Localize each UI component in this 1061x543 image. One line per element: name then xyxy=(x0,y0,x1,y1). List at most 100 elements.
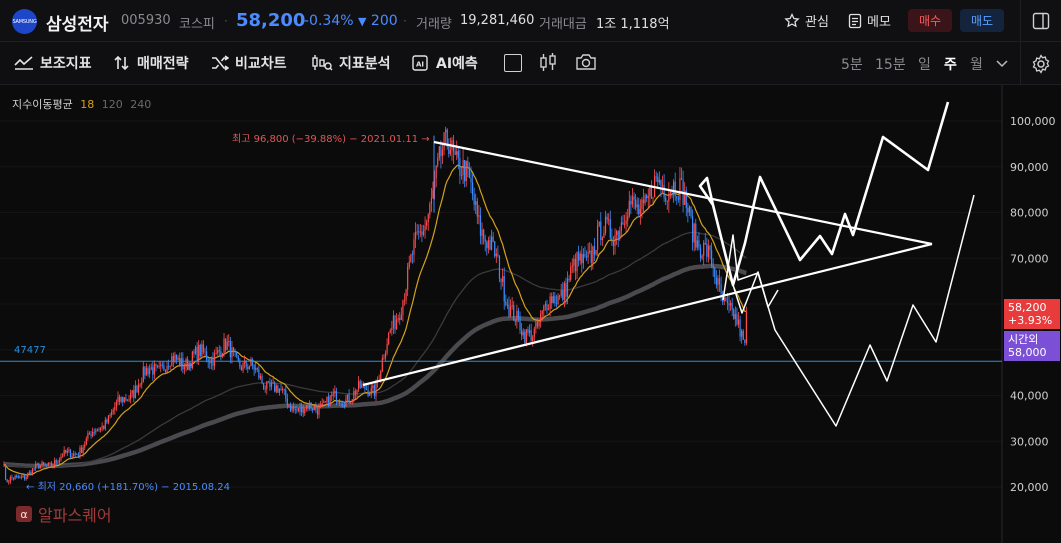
period-week[interactable]: 주 xyxy=(944,54,957,74)
candle-body xyxy=(623,224,626,225)
price-chart[interactable]: 100,00090,00080,00070,00060,00050,00040,… xyxy=(0,85,1061,543)
candle-body xyxy=(145,367,148,376)
sell-button[interactable]: 매도 xyxy=(960,9,1004,32)
candle-body xyxy=(60,456,62,460)
candle-body xyxy=(650,186,653,199)
candle-body xyxy=(169,366,171,368)
candle-body xyxy=(731,302,733,310)
samsung-logo: SAMSUNG xyxy=(12,9,37,34)
change-percent: -0.34% xyxy=(304,13,354,29)
analysis-tool-button[interactable]: 지표분석 xyxy=(311,53,391,73)
price-axis-tick: 80,000 xyxy=(1010,207,1049,220)
candle-body xyxy=(210,358,212,364)
candle-body xyxy=(597,225,599,251)
candle-body xyxy=(99,427,102,430)
candle-body xyxy=(671,192,673,194)
candle-body xyxy=(155,364,157,366)
screenshot-button[interactable] xyxy=(575,53,597,75)
period-day[interactable]: 일 xyxy=(918,54,931,74)
candle-body xyxy=(669,192,672,194)
candle-body xyxy=(481,229,483,236)
candle-body xyxy=(373,385,376,397)
ma-legend[interactable]: 지수이동평균 18 120 240 xyxy=(12,96,151,112)
candle-body xyxy=(432,190,434,198)
candle-body xyxy=(565,283,567,297)
candle-body xyxy=(194,346,197,354)
candle-body xyxy=(402,300,404,315)
candle-body xyxy=(196,346,198,360)
candle-body xyxy=(628,200,630,217)
candle-body xyxy=(742,330,744,340)
ai-forecast-tool-button[interactable]: AI AI예측 xyxy=(410,53,478,73)
shuffle-icon xyxy=(212,55,229,71)
candle-body xyxy=(57,462,59,464)
candle-body xyxy=(555,302,558,304)
period-dropdown-button[interactable] xyxy=(996,57,1008,72)
settings-button[interactable] xyxy=(1020,42,1061,85)
candle-body xyxy=(460,175,463,176)
candle-body xyxy=(695,223,697,248)
candle-body xyxy=(111,411,113,415)
candle-body xyxy=(468,168,470,179)
candle-body xyxy=(144,366,146,376)
candle-body xyxy=(693,223,695,243)
candle-type-button[interactable] xyxy=(539,52,557,78)
candle-body xyxy=(141,382,143,385)
buy-button[interactable]: 매수 xyxy=(908,9,952,32)
candle-body xyxy=(612,241,615,247)
tool-label: 보조지표 xyxy=(40,56,92,72)
candle-body xyxy=(698,240,700,248)
candle-body xyxy=(187,359,189,371)
candle-body xyxy=(728,303,730,306)
indicator-chart-icon xyxy=(14,56,33,70)
candle-body xyxy=(551,296,553,304)
candle-body xyxy=(696,240,698,248)
candle-body xyxy=(305,404,307,409)
candle-body xyxy=(301,406,303,413)
candle-body xyxy=(274,382,276,392)
candle-body xyxy=(126,400,129,402)
candle-body xyxy=(112,409,114,412)
candle-body xyxy=(278,389,281,393)
watchlist-button[interactable]: 관심 xyxy=(784,11,829,30)
indicator-tool-button[interactable]: 보조지표 xyxy=(14,53,92,73)
candle-body xyxy=(699,247,702,259)
price-axis-tick: 20,000 xyxy=(1010,481,1049,494)
candle-body xyxy=(410,254,412,262)
candle-body xyxy=(421,231,423,235)
current-price-tag: 58,200 +3.93% xyxy=(1004,299,1060,329)
down-arrow-icon: ▼ xyxy=(358,15,367,28)
separator-dot: · xyxy=(224,14,228,28)
candle-body xyxy=(332,393,334,396)
candle-body xyxy=(370,387,372,395)
memo-button[interactable]: 메모 xyxy=(848,11,891,30)
candle-body xyxy=(293,406,295,410)
candle-body xyxy=(361,384,363,388)
candle-body xyxy=(340,403,342,405)
candle-body xyxy=(308,402,311,409)
candle-body xyxy=(660,179,662,186)
compare-tool-button[interactable]: 비교차트 xyxy=(211,53,287,73)
drawing-square-button[interactable] xyxy=(504,54,522,72)
candle-body xyxy=(39,465,42,469)
candle-body xyxy=(720,284,722,294)
candle-body xyxy=(130,392,132,400)
star-icon xyxy=(784,12,800,27)
candle-body xyxy=(319,405,322,407)
period-month[interactable]: 월 xyxy=(970,54,983,74)
candle-body xyxy=(107,415,110,423)
candle-body xyxy=(348,394,350,404)
candle-body xyxy=(642,199,645,204)
candle-body xyxy=(571,265,573,267)
panel-toggle-button[interactable] xyxy=(1020,0,1061,42)
candle-body xyxy=(226,341,228,351)
candle-body xyxy=(739,319,741,337)
strategy-tool-button[interactable]: 매매전략 xyxy=(113,53,189,73)
period-5min[interactable]: 5분 xyxy=(841,54,863,74)
hline-label: 47477 xyxy=(14,345,46,356)
period-15min[interactable]: 15분 xyxy=(875,54,906,74)
strategy-arrows-icon xyxy=(114,55,129,71)
candle-body xyxy=(44,464,46,465)
candle-body xyxy=(429,204,431,215)
candle-body xyxy=(676,196,678,199)
